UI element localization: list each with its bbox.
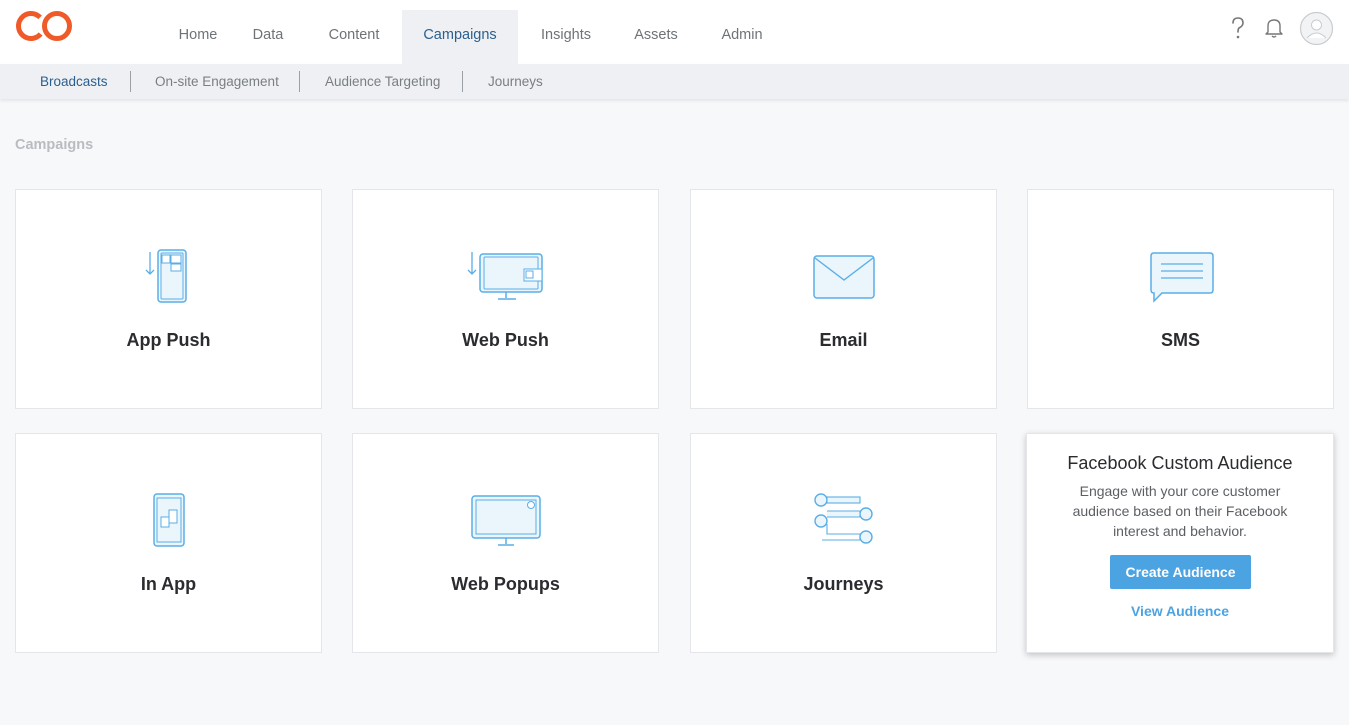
top-navigation-bar: Home Data Content Campaigns Insights Ass… xyxy=(0,0,1349,64)
card-sms[interactable]: SMS xyxy=(1027,189,1334,409)
card-web-push[interactable]: Web Push xyxy=(352,189,659,409)
page-title: Campaigns xyxy=(15,137,94,153)
card-label: Journeys xyxy=(803,574,884,594)
card-app-push[interactable]: App Push xyxy=(15,189,322,409)
card-web-popups[interactable]: Web Popups xyxy=(352,433,659,653)
nav-content[interactable]: Content xyxy=(318,10,390,64)
facebook-audience-description: Engage with your core customer audience … xyxy=(1072,483,1288,539)
subnav-divider xyxy=(299,71,300,92)
card-label: SMS xyxy=(1160,330,1200,350)
subnav-journeys[interactable]: Journeys xyxy=(488,64,543,99)
sub-navigation-bar: Broadcasts On-site Engagement Audience T… xyxy=(0,64,1349,99)
card-journeys[interactable]: Journeys xyxy=(690,433,997,653)
facebook-audience-card: Facebook Custom Audience Engage with you… xyxy=(1026,433,1334,653)
in-app-icon xyxy=(152,493,185,547)
web-push-icon xyxy=(467,252,543,300)
card-label: In App xyxy=(140,574,197,594)
subnav-broadcasts[interactable]: Broadcasts xyxy=(40,64,108,99)
card-label: Web Push xyxy=(462,330,549,350)
card-label: App Push xyxy=(126,330,211,350)
nav-insights[interactable]: Insights xyxy=(530,10,602,64)
subnav-divider xyxy=(462,71,463,92)
avatar[interactable] xyxy=(1299,11,1334,46)
journeys-icon xyxy=(813,493,873,544)
nav-home[interactable]: Home xyxy=(166,10,230,64)
card-label: Web Popups xyxy=(451,574,560,594)
nav-admin[interactable]: Admin xyxy=(712,10,772,64)
subnav-audience-targeting[interactable]: Audience Targeting xyxy=(325,64,440,99)
app-push-icon xyxy=(145,249,187,303)
brand-logo[interactable] xyxy=(14,8,76,44)
nav-assets[interactable]: Assets xyxy=(626,10,686,64)
nav-campaigns[interactable]: Campaigns xyxy=(402,10,518,64)
view-audience-link[interactable]: View Audience xyxy=(1027,603,1333,619)
card-label: Email xyxy=(819,330,868,350)
subnav-onsite-engagement[interactable]: On-site Engagement xyxy=(155,64,279,99)
create-audience-button[interactable]: Create Audience xyxy=(1110,555,1251,589)
facebook-audience-title: Facebook Custom Audience xyxy=(1067,453,1293,473)
card-email[interactable]: Email xyxy=(690,189,997,409)
bell-icon[interactable] xyxy=(1264,17,1284,39)
nav-data[interactable]: Data xyxy=(244,10,292,64)
web-popup-icon xyxy=(470,495,541,546)
subnav-divider xyxy=(130,71,131,92)
help-icon[interactable] xyxy=(1228,16,1248,40)
sms-icon xyxy=(1149,252,1214,303)
email-icon xyxy=(812,255,875,299)
card-in-app[interactable]: In App xyxy=(15,433,322,653)
